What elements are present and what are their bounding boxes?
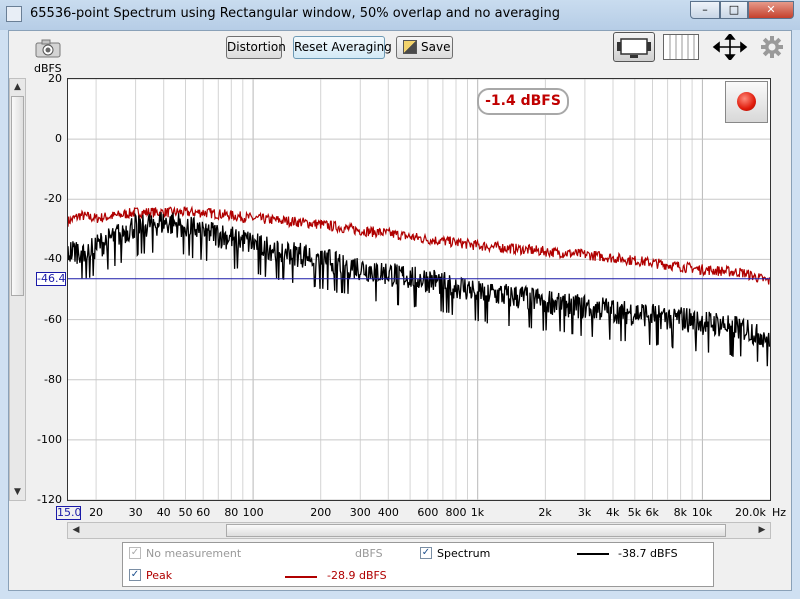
x-tick-label: 80 bbox=[224, 506, 239, 519]
x-tick-label: 5k bbox=[627, 506, 642, 519]
x-tick-label: 3k bbox=[577, 506, 592, 519]
x-tick-label: 6k bbox=[645, 506, 659, 519]
grid-icon[interactable] bbox=[663, 34, 699, 60]
move-icon[interactable] bbox=[712, 32, 748, 62]
y-tick-label: -120 bbox=[37, 493, 62, 506]
spectrum-checkbox[interactable]: ✓ bbox=[420, 547, 432, 559]
no-measurement-label: No measurement bbox=[146, 547, 242, 560]
no-measurement-unit: dBFS bbox=[355, 547, 383, 560]
spectrum-plot-svg bbox=[68, 79, 770, 500]
title-bar: 65536-point Spectrum using Rectangular w… bbox=[0, 0, 800, 30]
x-tick-label: 20 bbox=[89, 506, 104, 519]
spectrum-trace bbox=[68, 212, 770, 367]
peak-label: Peak bbox=[146, 569, 173, 582]
minimize-button[interactable]: – bbox=[690, 1, 720, 19]
spectrum-swatch bbox=[577, 553, 609, 555]
vertical-scrollbar[interactable]: ▲ ▼ bbox=[9, 78, 26, 501]
y-tick-label: -80 bbox=[44, 372, 62, 386]
y-tick-label: -100 bbox=[37, 432, 62, 446]
legend-panel: ✓ No measurement dBFS ✓ Spectrum -38.7 d… bbox=[122, 542, 714, 587]
x-tick-label: 600 bbox=[417, 506, 439, 519]
reset-averaging-button[interactable]: Reset Averaging bbox=[293, 36, 392, 59]
x-tick-label: 30 bbox=[128, 506, 143, 519]
x-axis-unit: Hz bbox=[772, 506, 787, 519]
close-button[interactable]: ✕ bbox=[748, 1, 794, 19]
x-tick-label: 1k bbox=[470, 506, 485, 519]
camera-icon[interactable] bbox=[33, 37, 63, 59]
peak-checkbox[interactable]: ✓ bbox=[129, 569, 141, 581]
save-icon bbox=[403, 40, 417, 54]
x-start-label[interactable]: 15.0 bbox=[56, 506, 82, 520]
vertical-scroll-thumb[interactable] bbox=[11, 96, 24, 296]
y-tick-label: -20 bbox=[44, 192, 62, 206]
no-measurement-checkbox[interactable]: ✓ bbox=[129, 547, 141, 559]
y-tick-label: 20 bbox=[48, 72, 62, 85]
cursor-level-label[interactable]: -46.4 bbox=[36, 272, 66, 286]
x-tick-label: 60 bbox=[196, 506, 211, 519]
window-title: 65536-point Spectrum using Rectangular w… bbox=[30, 6, 560, 21]
save-button[interactable]: Save bbox=[396, 36, 453, 59]
overview-icon[interactable] bbox=[613, 32, 655, 62]
horizontal-scrollbar[interactable]: ◀ ▶ bbox=[67, 522, 771, 539]
spectrum-plot[interactable] bbox=[67, 78, 771, 501]
x-tick-label: 8k bbox=[673, 506, 687, 519]
x-tick-label: 800 bbox=[445, 506, 467, 519]
x-tick-label: 200 bbox=[310, 506, 332, 519]
distortion-button[interactable]: Distortion bbox=[226, 36, 286, 59]
maximize-button[interactable]: □ bbox=[720, 1, 748, 19]
x-tick-label: 20.0k bbox=[735, 506, 766, 519]
horizontal-scroll-thumb[interactable] bbox=[226, 524, 726, 537]
x-tick-label: 400 bbox=[377, 506, 399, 519]
peak-readout: -1.4 dBFS bbox=[477, 88, 569, 115]
y-tick-label: -40 bbox=[44, 252, 62, 266]
x-tick-label: 40 bbox=[156, 506, 171, 519]
save-label: Save bbox=[421, 40, 451, 54]
scroll-right-arrow[interactable]: ▶ bbox=[754, 523, 770, 538]
record-icon bbox=[737, 92, 756, 111]
scroll-down-arrow[interactable]: ▼ bbox=[10, 484, 25, 500]
x-tick-label: 50 bbox=[178, 506, 193, 519]
java-app-icon bbox=[6, 6, 22, 22]
scroll-up-arrow[interactable]: ▲ bbox=[10, 79, 25, 95]
peak-value: -28.9 dBFS bbox=[327, 569, 387, 582]
x-tick-label: 300 bbox=[349, 506, 371, 519]
record-button[interactable] bbox=[725, 81, 768, 123]
x-tick-label: 4k bbox=[605, 506, 620, 519]
peak-swatch bbox=[285, 576, 317, 578]
spectrum-label: Spectrum bbox=[437, 547, 491, 560]
scroll-left-arrow[interactable]: ◀ bbox=[68, 523, 84, 538]
y-tick-label: 0 bbox=[55, 132, 62, 146]
x-tick-label: 10k bbox=[691, 506, 713, 519]
x-tick-label: 2k bbox=[538, 506, 552, 519]
y-tick-label: -60 bbox=[44, 312, 62, 326]
gear-icon[interactable] bbox=[760, 35, 784, 59]
x-tick-label: 100 bbox=[242, 506, 264, 519]
spectrum-value: -38.7 dBFS bbox=[618, 547, 678, 560]
